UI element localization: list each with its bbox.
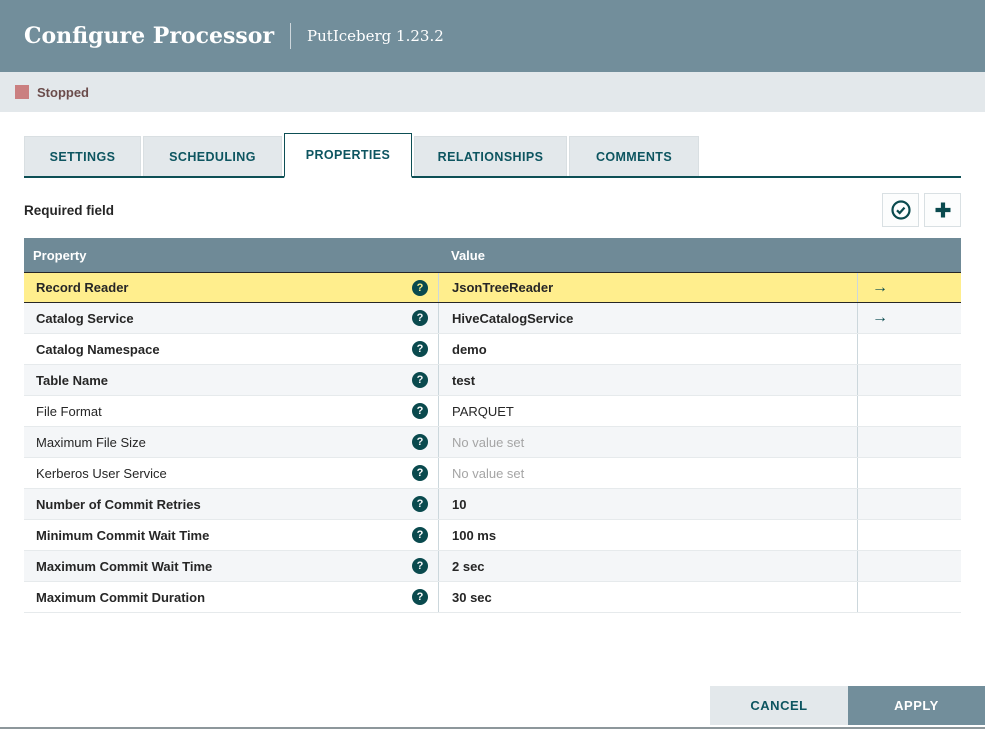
table-row[interactable]: Maximum File Size ? No value set →: [24, 427, 961, 458]
status-label: Stopped: [37, 84, 89, 100]
required-field-label: Required field: [24, 202, 115, 218]
apply-button[interactable]: APPLY: [848, 686, 985, 725]
table-row[interactable]: File Format ? PARQUET →: [24, 396, 961, 427]
property-name: Table Name: [36, 372, 109, 388]
help-icon[interactable]: ?: [412, 589, 428, 605]
table-row[interactable]: Catalog Namespace ? demo →: [24, 334, 961, 365]
table-row[interactable]: Catalog Service ? HiveCatalogService →: [24, 303, 961, 334]
table-body: Record Reader ? JsonTreeReader → Catalog…: [24, 272, 961, 613]
stopped-icon: [15, 85, 29, 99]
tab-relationships[interactable]: RELATIONSHIPS: [414, 136, 567, 176]
verify-properties-button[interactable]: [882, 193, 919, 227]
property-name: Number of Commit Retries: [36, 496, 201, 512]
properties-toolbar: Required field: [24, 192, 961, 228]
property-value[interactable]: 100 ms: [452, 528, 496, 543]
table-row[interactable]: Maximum Commit Wait Time ? 2 sec →: [24, 551, 961, 582]
dialog-content: SETTINGS SCHEDULING PROPERTIES RELATIONSHIP…: [0, 133, 985, 613]
dialog-title: Configure Processor: [24, 23, 275, 49]
property-name: Maximum Commit Wait Time: [36, 558, 213, 574]
plus-icon: [935, 202, 950, 218]
help-icon[interactable]: ?: [412, 372, 428, 388]
help-icon[interactable]: ?: [412, 527, 428, 543]
table-row[interactable]: Kerberos User Service ? No value set →: [24, 458, 961, 489]
help-icon[interactable]: ?: [412, 496, 428, 512]
property-name: Catalog Namespace: [36, 341, 160, 357]
help-icon[interactable]: ?: [412, 279, 428, 296]
tab-bar: SETTINGS SCHEDULING PROPERTIES RELATIONSHIP…: [24, 133, 961, 178]
processor-type-version: PutIceberg 1.23.2: [307, 27, 444, 45]
dialog-header: Configure Processor PutIceberg 1.23.2: [0, 0, 985, 72]
help-icon[interactable]: ?: [412, 434, 428, 450]
property-value[interactable]: PARQUET: [452, 404, 514, 419]
property-value[interactable]: demo: [452, 342, 487, 357]
properties-table: Property Value Record Reader ? JsonTreeR…: [24, 238, 961, 613]
property-name: File Format: [36, 403, 102, 419]
property-name: Kerberos User Service: [36, 465, 167, 481]
property-name: Record Reader: [36, 280, 129, 295]
table-row[interactable]: Maximum Commit Duration ? 30 sec →: [24, 582, 961, 613]
go-to-service-icon[interactable]: →: [872, 279, 888, 297]
cancel-button[interactable]: CANCEL: [710, 686, 848, 725]
help-icon[interactable]: ?: [412, 310, 428, 326]
table-row[interactable]: Table Name ? test →: [24, 365, 961, 396]
go-to-service-icon[interactable]: →: [872, 309, 888, 327]
property-value[interactable]: 2 sec: [452, 559, 485, 574]
help-icon[interactable]: ?: [412, 341, 428, 357]
column-header-property: Property: [33, 247, 87, 263]
property-value[interactable]: No value set: [452, 466, 524, 481]
table-row[interactable]: Record Reader ? JsonTreeReader →: [24, 272, 961, 303]
tab-scheduling[interactable]: SCHEDULING: [143, 136, 282, 176]
tab-properties[interactable]: PROPERTIES: [284, 133, 412, 178]
property-value[interactable]: test: [452, 373, 475, 388]
property-value[interactable]: 10: [452, 497, 466, 512]
property-name: Catalog Service: [36, 310, 134, 326]
tab-comments[interactable]: COMMENTS: [569, 136, 699, 176]
check-circle-icon: [890, 200, 911, 220]
help-icon[interactable]: ?: [412, 403, 428, 419]
add-property-button[interactable]: [924, 193, 961, 227]
column-header-value: Value: [451, 247, 485, 263]
property-value[interactable]: No value set: [452, 435, 524, 450]
help-icon[interactable]: ?: [412, 558, 428, 574]
status-bar: Stopped: [0, 72, 985, 112]
column-header-actions: [857, 238, 961, 272]
property-name: Maximum File Size: [36, 434, 146, 450]
help-icon[interactable]: ?: [412, 465, 428, 481]
property-name: Maximum Commit Duration: [36, 589, 206, 605]
tab-settings[interactable]: SETTINGS: [24, 136, 141, 176]
property-value[interactable]: 30 sec: [452, 590, 492, 605]
dialog-bottom-edge: [0, 727, 985, 729]
property-value[interactable]: JsonTreeReader: [452, 280, 553, 295]
title-divider: [290, 23, 292, 49]
table-row[interactable]: Number of Commit Retries ? 10 →: [24, 489, 961, 520]
toolbar-buttons: [882, 193, 961, 227]
table-header: Property Value: [24, 238, 961, 272]
property-value[interactable]: HiveCatalogService: [452, 311, 573, 326]
dialog-footer: CANCEL APPLY: [710, 686, 985, 725]
table-row[interactable]: Minimum Commit Wait Time ? 100 ms →: [24, 520, 961, 551]
property-name: Minimum Commit Wait Time: [36, 527, 210, 543]
